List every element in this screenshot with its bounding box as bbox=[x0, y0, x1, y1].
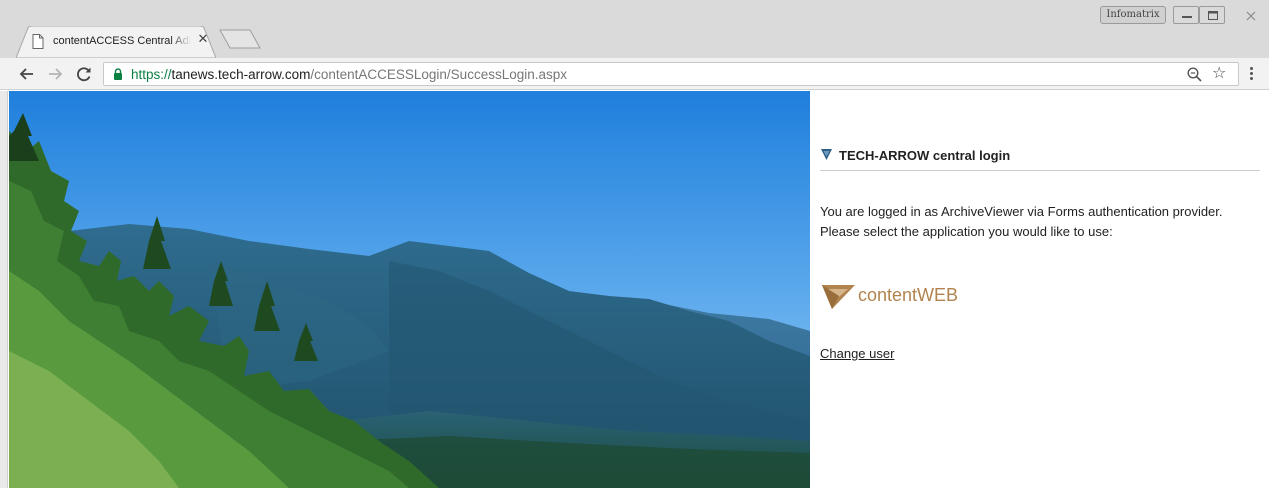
contentweb-app-link[interactable]: contentWEB bbox=[820, 279, 970, 313]
address-bar[interactable]: https://tanews.tech-arrow.com/contentACC… bbox=[103, 62, 1239, 86]
minimize-button[interactable] bbox=[1173, 6, 1199, 24]
browser-tab[interactable]: contentACCESS Central Adi ✕ bbox=[16, 26, 216, 58]
login-header: TECH-ARROW central login bbox=[820, 145, 1260, 171]
minimize-icon bbox=[1182, 16, 1192, 18]
profile-button[interactable]: Infomatrix bbox=[1100, 6, 1166, 24]
login-message: You are logged in as ArchiveViewer via F… bbox=[820, 204, 1223, 239]
login-heading: TECH-ARROW central login bbox=[839, 148, 1011, 163]
url-text[interactable]: https://tanews.tech-arrow.com/contentACC… bbox=[131, 66, 567, 83]
arrow-left-icon[interactable] bbox=[17, 64, 37, 84]
url-host: tanews.tech-arrow.com bbox=[171, 67, 311, 82]
maximize-button[interactable] bbox=[1199, 6, 1225, 24]
reload-icon[interactable] bbox=[74, 64, 94, 84]
browser-toolbar: https://tanews.tech-arrow.com/contentACC… bbox=[0, 58, 1269, 90]
tab-title: contentACCESS Central Adi bbox=[53, 35, 191, 47]
lock-icon bbox=[114, 68, 122, 80]
login-panel: TECH-ARROW central login You are logged … bbox=[820, 91, 1260, 488]
contentweb-label: contentWEB bbox=[858, 285, 959, 305]
tab-close-icon[interactable]: ✕ bbox=[196, 32, 210, 46]
contentweb-logo-icon bbox=[822, 285, 855, 309]
new-tab-button[interactable] bbox=[218, 29, 262, 49]
url-path: /contentACCESSLogin/SuccessLogin.aspx bbox=[310, 67, 567, 82]
zoom-icon[interactable] bbox=[1186, 66, 1203, 83]
page-icon bbox=[32, 34, 44, 49]
tech-arrow-logo-icon bbox=[821, 149, 832, 160]
browser-menu-icon[interactable] bbox=[1248, 65, 1254, 83]
hero-image bbox=[9, 91, 810, 488]
bookmark-star-icon[interactable]: ☆ bbox=[1212, 65, 1226, 83]
close-icon bbox=[1246, 11, 1256, 21]
url-scheme: https:// bbox=[131, 67, 172, 82]
change-user-link[interactable]: Change user bbox=[820, 346, 894, 361]
arrow-right-icon[interactable] bbox=[45, 64, 65, 84]
left-frame-edge bbox=[0, 91, 8, 488]
window-close-button[interactable] bbox=[1237, 6, 1263, 24]
mountain-forest-image bbox=[9, 91, 810, 488]
tab-strip: contentACCESS Central Adi ✕ Infomatrix bbox=[0, 0, 1269, 58]
maximize-icon bbox=[1208, 11, 1218, 20]
